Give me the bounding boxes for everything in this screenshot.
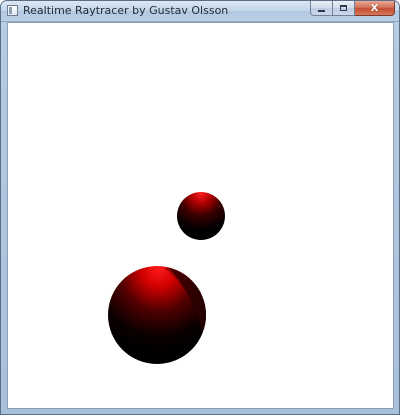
maximize-button[interactable] bbox=[333, 1, 355, 16]
minimize-icon bbox=[318, 9, 325, 12]
scene-canvas bbox=[8, 23, 393, 408]
window-title: Realtime Raytracer by Gustav Olsson bbox=[23, 4, 229, 17]
application-window: Realtime Raytracer by Gustav Olsson X bbox=[0, 0, 400, 415]
small-sphere bbox=[177, 192, 225, 240]
maximize-icon bbox=[340, 5, 347, 11]
close-icon: X bbox=[370, 2, 379, 14]
raytracer-viewport[interactable] bbox=[8, 23, 393, 408]
caption-buttons: X bbox=[310, 1, 395, 17]
app-window-icon[interactable] bbox=[7, 5, 18, 16]
title-bar[interactable]: Realtime Raytracer by Gustav Olsson X bbox=[1, 1, 399, 22]
close-button[interactable]: X bbox=[355, 1, 395, 16]
render-area[interactable] bbox=[7, 22, 394, 409]
minimize-button[interactable] bbox=[310, 1, 333, 16]
